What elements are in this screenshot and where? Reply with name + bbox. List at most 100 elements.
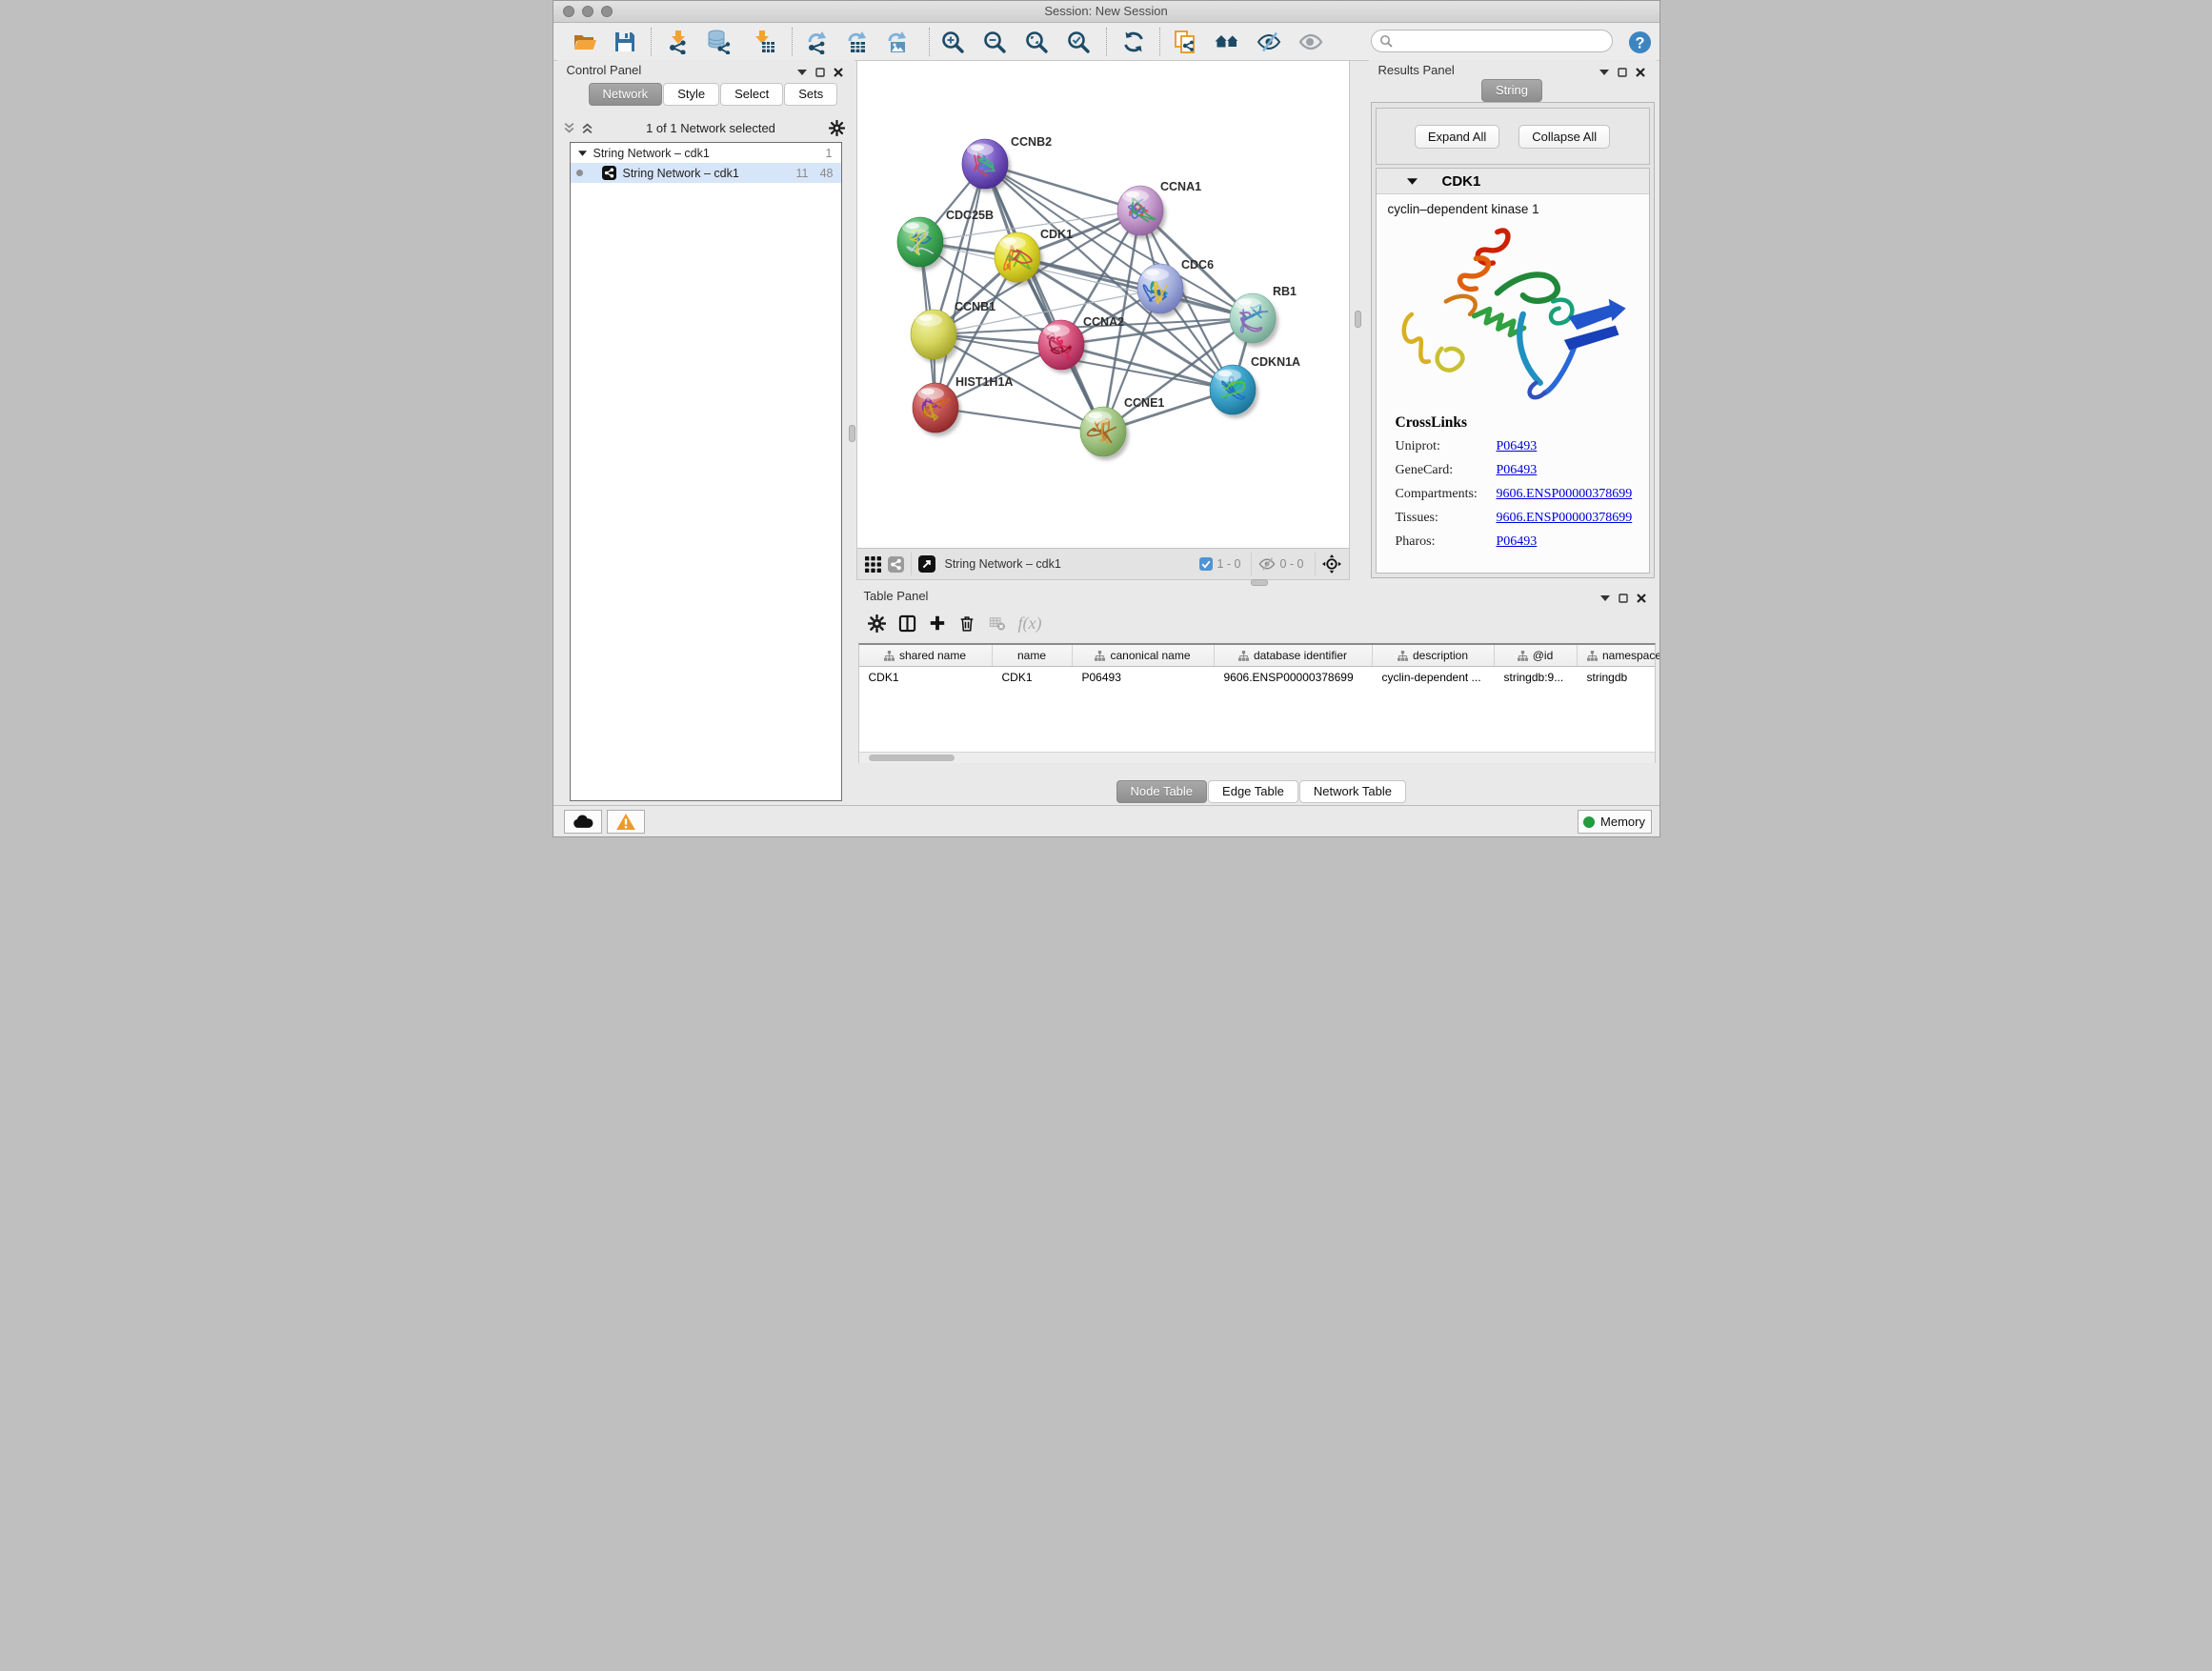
crosslink-compartments--link[interactable]: 9606.ENSP00000378699 [1497, 487, 1641, 502]
network-node-HIST1H1A[interactable]: HIST1H1A [913, 375, 1013, 433]
import-table-icon[interactable] [752, 30, 776, 54]
save-session-icon[interactable] [613, 30, 637, 54]
birds-eye-crosshair-icon[interactable] [1322, 554, 1341, 574]
tab-network-table[interactable]: Network Table [1299, 780, 1406, 803]
network-collection-row[interactable]: String Network – cdk1 1 [571, 143, 841, 163]
column-namespace-icon [1518, 651, 1528, 661]
table-cell[interactable]: stringdb [1578, 667, 1660, 688]
section-collapse-icon[interactable] [1407, 178, 1418, 185]
column-header-name[interactable]: name [993, 645, 1073, 666]
zoom-selected-icon[interactable] [1066, 30, 1091, 54]
string-home-icon[interactable] [1215, 30, 1239, 54]
column-header-database-identifier[interactable]: database identifier [1215, 645, 1373, 666]
network-edge-CDK1-RB1[interactable] [1017, 257, 1253, 318]
network-share-view-icon[interactable] [888, 556, 904, 573]
close-panel-icon[interactable] [1636, 68, 1645, 77]
delete-column-trash-icon[interactable] [958, 614, 975, 633]
collection-expand-icon[interactable] [578, 151, 587, 156]
crosslink-label: Pharos: [1396, 534, 1497, 550]
table-type-tabs: Node TableEdge TableNetwork Table [1116, 780, 1408, 803]
open-session-icon[interactable] [573, 30, 597, 54]
add-column-icon[interactable] [929, 614, 946, 632]
show-all-eye-icon[interactable] [1298, 30, 1323, 54]
crosslinks-heading: CrossLinks [1396, 414, 1641, 432]
clone-network-icon[interactable] [1173, 30, 1197, 54]
expand-all-button[interactable]: Expand All [1415, 125, 1499, 149]
panel-menu-caret-icon[interactable] [797, 70, 807, 75]
table-panel-title: Table Panel [864, 589, 929, 603]
zoom-in-icon[interactable] [940, 30, 965, 54]
table-horizontal-scrollbar[interactable] [859, 752, 1655, 763]
right-splitter-handle[interactable] [1355, 311, 1361, 328]
network-row[interactable]: String Network – cdk1 11 48 [571, 163, 841, 183]
column-header--id[interactable]: @id [1495, 645, 1578, 666]
panel-menu-caret-icon[interactable] [1599, 70, 1609, 75]
collapse-all-chevron-icon[interactable] [581, 122, 593, 134]
float-panel-icon[interactable] [815, 68, 825, 77]
import-network-database-icon[interactable] [706, 30, 731, 54]
cdk1-section-header[interactable]: CDK1 [1377, 169, 1649, 194]
table-cell[interactable]: 9606.ENSP00000378699 [1215, 667, 1373, 688]
network-edge-CCNB2-HIST1H1A[interactable] [935, 164, 985, 408]
tab-sets[interactable]: Sets [784, 83, 837, 106]
export-image-icon[interactable] [885, 30, 910, 54]
network-node-CDC25B[interactable]: CDC25B [897, 209, 994, 267]
cloud-status-button[interactable] [564, 810, 602, 834]
expand-all-chevron-icon[interactable] [563, 122, 575, 134]
collapse-all-button[interactable]: Collapse All [1518, 125, 1610, 149]
bottom-splitter-handle[interactable] [1251, 579, 1268, 586]
crosslink-uniprot--link[interactable]: P06493 [1497, 439, 1641, 454]
tab-node-table[interactable]: Node Table [1116, 780, 1208, 803]
table-cell[interactable]: CDK1 [993, 667, 1073, 688]
column-header-shared-name[interactable]: shared name [859, 645, 993, 666]
hide-selected-eye-icon[interactable] [1257, 30, 1281, 54]
export-table-icon[interactable] [845, 30, 870, 54]
memory-button[interactable]: Memory [1578, 810, 1652, 834]
close-panel-icon[interactable] [834, 68, 843, 77]
help-icon[interactable]: ? [1628, 30, 1652, 54]
hidden-eye-slash-icon[interactable] [1258, 557, 1276, 571]
crosslink-pharos--link[interactable]: P06493 [1497, 534, 1641, 550]
network-tree: String Network – cdk1 1 String Network –… [570, 142, 842, 801]
crosslink-label: Uniprot: [1396, 439, 1497, 454]
table-cell[interactable]: stringdb:9... [1495, 667, 1578, 688]
tab-style[interactable]: Style [663, 83, 719, 106]
float-panel-icon[interactable] [1618, 68, 1627, 77]
left-splitter-handle[interactable] [849, 425, 855, 442]
search-input[interactable] [1371, 30, 1613, 52]
column-header-description[interactable]: description [1373, 645, 1495, 666]
scrollbar-thumb[interactable] [869, 755, 955, 761]
grid-view-icon[interactable] [865, 556, 881, 573]
tab-network[interactable]: Network [589, 83, 663, 106]
table-cell[interactable]: cyclin-dependent ... [1373, 667, 1495, 688]
network-options-gear-icon[interactable] [829, 120, 845, 136]
crosslink-genecard--link[interactable]: P06493 [1497, 463, 1641, 478]
tab-string[interactable]: String [1481, 79, 1542, 102]
refresh-layout-icon[interactable] [1121, 30, 1146, 54]
table-row[interactable]: CDK1CDK1P064939606.ENSP00000378699cyclin… [859, 667, 1655, 688]
crosslink-label: Compartments: [1396, 487, 1497, 502]
warning-status-button[interactable] [607, 810, 645, 834]
show-columns-icon[interactable] [898, 614, 916, 633]
network-canvas[interactable]: CCNB2CCNA1CDC25BCDK1CDC6RB1CCNB1CCNA2CDK… [857, 61, 1349, 548]
import-network-file-icon[interactable] [666, 30, 691, 54]
network-share-icon [602, 166, 616, 180]
close-panel-icon[interactable] [1637, 594, 1646, 603]
panel-menu-caret-icon[interactable] [1600, 595, 1610, 601]
network-node-RB1[interactable]: RB1 [1230, 285, 1297, 343]
column-header-namespace[interactable]: namespace [1578, 645, 1660, 666]
export-network-icon[interactable] [805, 30, 830, 54]
table-options-gear-icon[interactable] [868, 614, 886, 633]
toolbar-separator [651, 28, 652, 56]
tab-edge-table[interactable]: Edge Table [1208, 780, 1298, 803]
zoom-out-icon[interactable] [982, 30, 1007, 54]
table-cell[interactable]: P06493 [1073, 667, 1215, 688]
detach-view-icon[interactable] [918, 555, 935, 573]
column-header-canonical-name[interactable]: canonical name [1073, 645, 1215, 666]
zoom-fit-icon[interactable] [1024, 30, 1049, 54]
tab-select[interactable]: Select [720, 83, 783, 106]
crosslink-tissues--link[interactable]: 9606.ENSP00000378699 [1497, 511, 1641, 526]
selected-checkbox-icon[interactable] [1199, 557, 1213, 571]
table-cell[interactable]: CDK1 [859, 667, 993, 688]
float-panel-icon[interactable] [1619, 594, 1628, 603]
